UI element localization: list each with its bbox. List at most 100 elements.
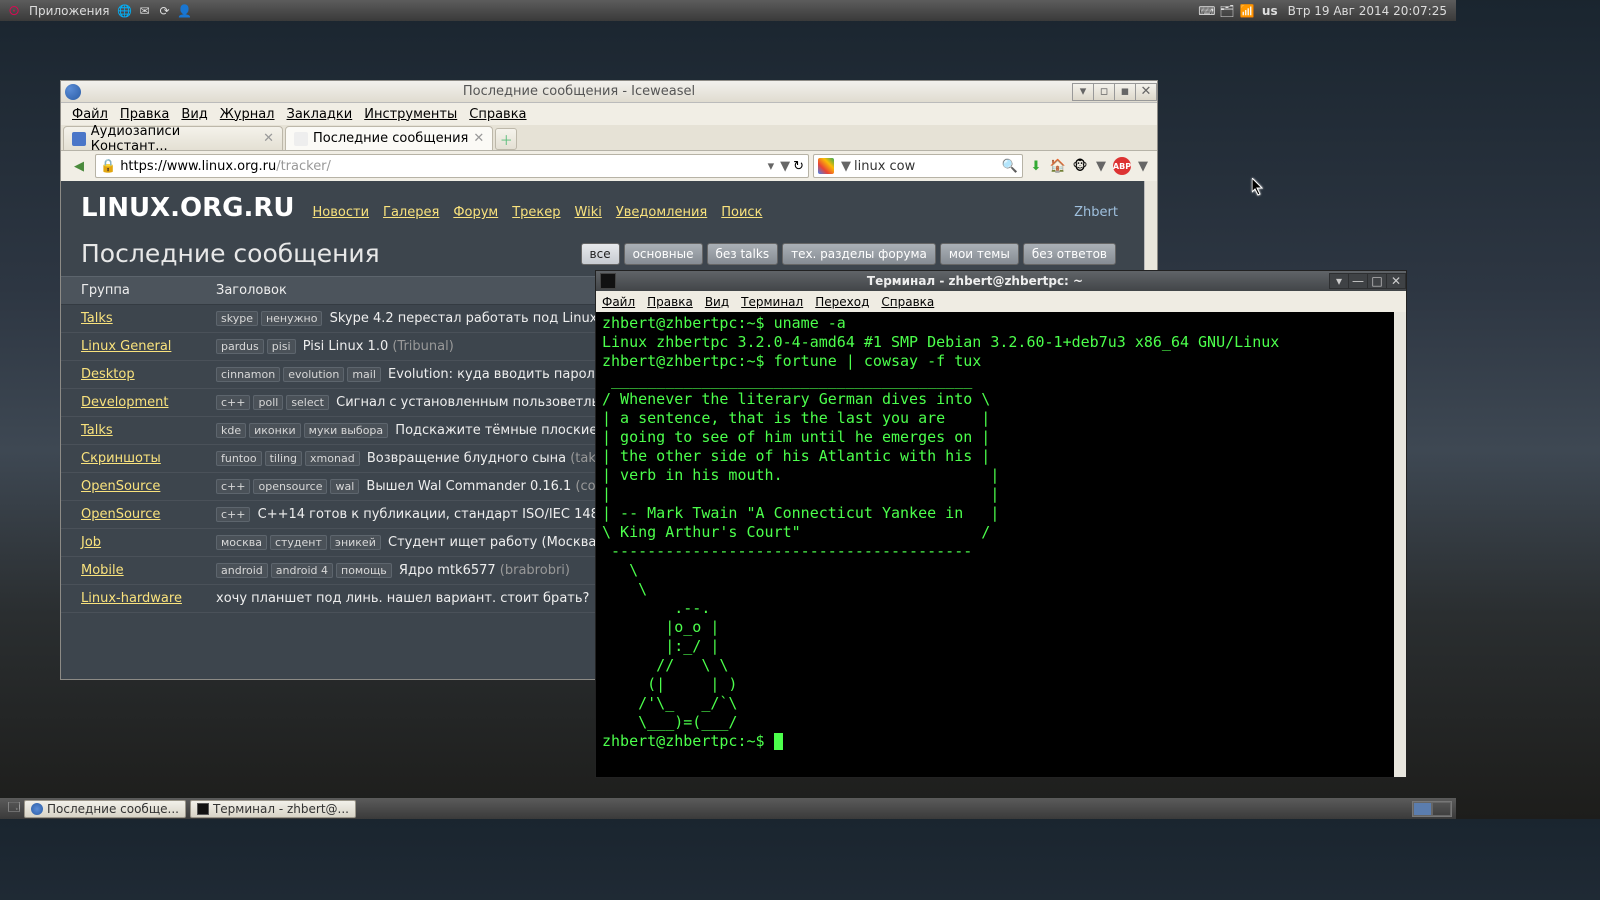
tag[interactable]: помощь: [336, 563, 392, 578]
tag[interactable]: c++: [216, 479, 250, 494]
group-link[interactable]: Mobile: [81, 563, 124, 578]
layout-icon[interactable]: 🗂: [1219, 3, 1235, 19]
tag[interactable]: c++: [216, 395, 250, 410]
term-menu-help[interactable]: Справка: [881, 295, 934, 309]
show-desktop-icon[interactable]: 🗔: [6, 801, 22, 817]
topic-link[interactable]: Evolution: куда вводить пароль: [384, 367, 603, 382]
back-button[interactable]: ◀: [67, 155, 91, 177]
abp-icon[interactable]: ABP: [1113, 157, 1131, 175]
url-bar[interactable]: 🔒 https://www.linux.org.ru/tracker/ ▾ ▼ …: [95, 154, 809, 178]
download-icon[interactable]: ⬇: [1027, 157, 1045, 175]
tag[interactable]: mail: [347, 367, 381, 382]
tag[interactable]: xmonad: [305, 451, 360, 466]
user-tray-icon[interactable]: 👤: [177, 3, 193, 19]
group-link[interactable]: Linux-hardware: [81, 591, 182, 606]
tag[interactable]: муки выбора: [304, 423, 389, 438]
filter-mytopics[interactable]: мои темы: [940, 243, 1019, 265]
topic-link[interactable]: Ядро mtk6577: [395, 563, 500, 578]
workspace-switcher[interactable]: [1412, 801, 1452, 817]
topic-link[interactable]: Вышел Wal Commander 0.16.1: [362, 479, 575, 494]
minimize-button[interactable]: ▾: [1072, 83, 1094, 101]
task-browser[interactable]: Последние сообще...: [24, 800, 186, 818]
filter-notalks[interactable]: без talks: [707, 243, 779, 265]
clock[interactable]: Втр 19 Авг 2014 20:07:25: [1283, 4, 1452, 18]
tag[interactable]: select: [286, 395, 329, 410]
terminal-scrollbar[interactable]: [1394, 312, 1406, 777]
tag[interactable]: skype: [216, 311, 258, 326]
tab-close-icon[interactable]: ✕: [473, 131, 484, 146]
group-link[interactable]: Desktop: [81, 367, 135, 382]
new-tab-button[interactable]: ＋: [495, 128, 517, 150]
topic-link[interactable]: хочу планшет под линь. нашел вариант. ст…: [216, 591, 589, 606]
group-link[interactable]: Linux General: [81, 339, 171, 354]
abp-dropdown[interactable]: ▼: [1135, 159, 1151, 174]
tab-latest[interactable]: Последние сообщения ✕: [285, 126, 493, 150]
group-link[interactable]: OpenSource: [81, 479, 160, 494]
reload-button[interactable]: ↻: [793, 159, 804, 174]
onboard-icon[interactable]: ⌨: [1199, 3, 1215, 19]
menu-tools[interactable]: Инструменты: [359, 107, 462, 122]
nav-forum[interactable]: Форум: [453, 205, 498, 220]
restore-button[interactable]: ▫: [1093, 83, 1115, 101]
group-link[interactable]: Development: [81, 395, 169, 410]
tag[interactable]: opensource: [253, 479, 327, 494]
term-menu-file[interactable]: Файл: [602, 295, 635, 309]
browser-tray-icon[interactable]: 🌐: [117, 3, 133, 19]
group-link[interactable]: OpenSource: [81, 507, 160, 522]
tag[interactable]: c++: [216, 507, 250, 522]
update-tray-icon[interactable]: ⟳: [157, 3, 173, 19]
term-maximize-button[interactable]: □: [1367, 273, 1387, 289]
topic-link[interactable]: Skype 4.2 перестал работать под Linux: [325, 311, 597, 326]
term-close-button[interactable]: ✕: [1386, 273, 1406, 289]
tag[interactable]: эникей: [330, 535, 381, 550]
menu-edit[interactable]: Правка: [115, 107, 174, 122]
nav-wiki[interactable]: Wiki: [575, 205, 602, 220]
tag[interactable]: poll: [253, 395, 283, 410]
nav-search[interactable]: Поиск: [721, 205, 762, 220]
filter-tech[interactable]: тех. разделы форума: [782, 243, 936, 265]
topic-link[interactable]: Pisi Linux 1.0: [299, 339, 393, 354]
site-title[interactable]: LINUX.ORG.RU: [81, 193, 295, 223]
nav-notifications[interactable]: Уведомления: [616, 205, 707, 220]
terminal-titlebar[interactable]: Терминал - zhbert@zhbertpc: ~ ▾ — □ ✕: [596, 271, 1406, 291]
search-go-icon[interactable]: 🔍: [1002, 159, 1018, 174]
gm-dropdown[interactable]: ▼: [1093, 159, 1109, 174]
tag[interactable]: pisi: [267, 339, 296, 354]
group-link[interactable]: Job: [81, 535, 101, 550]
tag[interactable]: wal: [330, 479, 359, 494]
stick-button[interactable]: ▾: [1329, 273, 1349, 289]
workspace-2[interactable]: [1432, 802, 1451, 816]
search-bar[interactable]: ▼ linux cow 🔍: [813, 154, 1023, 178]
group-link[interactable]: Скриншоты: [81, 451, 161, 466]
applications-menu[interactable]: Приложения: [24, 4, 115, 18]
term-menu-view[interactable]: Вид: [705, 295, 729, 309]
tag[interactable]: kde: [216, 423, 246, 438]
filter-all[interactable]: все: [581, 243, 620, 265]
terminal-body[interactable]: zhbert@zhbertpc:~$ uname -a Linux zhbert…: [596, 312, 1406, 777]
nav-news[interactable]: Новости: [313, 205, 370, 220]
tag[interactable]: москва: [216, 535, 267, 550]
menu-history[interactable]: Журнал: [215, 107, 280, 122]
network-icon[interactable]: 📶: [1239, 3, 1255, 19]
group-link[interactable]: Talks: [81, 311, 113, 326]
menu-help[interactable]: Справка: [464, 107, 531, 122]
history-dropdown-icon[interactable]: ▼: [777, 159, 793, 174]
task-terminal[interactable]: Терминал - zhbert@...: [190, 800, 356, 818]
kb-indicator[interactable]: us: [1257, 4, 1283, 18]
tag[interactable]: cinnamon: [216, 367, 280, 382]
mail-tray-icon[interactable]: ✉: [137, 3, 153, 19]
workspace-1[interactable]: [1413, 802, 1432, 816]
tag[interactable]: funtoo: [216, 451, 262, 466]
tag[interactable]: android 4: [271, 563, 333, 578]
tag[interactable]: android: [216, 563, 268, 578]
tab-audio[interactable]: Аудиозаписи Констант... ✕: [63, 126, 283, 150]
topic-link[interactable]: C++14 готов к публикации, стандарт ISO/I…: [253, 507, 607, 522]
topic-link[interactable]: Подскажите тёмные плоские и: [391, 423, 610, 438]
term-menu-edit[interactable]: Правка: [647, 295, 693, 309]
nav-tracker[interactable]: Трекер: [512, 205, 560, 220]
group-link[interactable]: Talks: [81, 423, 113, 438]
greasemonkey-icon[interactable]: 🐵: [1071, 157, 1089, 175]
tag[interactable]: pardus: [216, 339, 264, 354]
tag[interactable]: иконки: [249, 423, 301, 438]
term-minimize-button[interactable]: —: [1348, 273, 1368, 289]
